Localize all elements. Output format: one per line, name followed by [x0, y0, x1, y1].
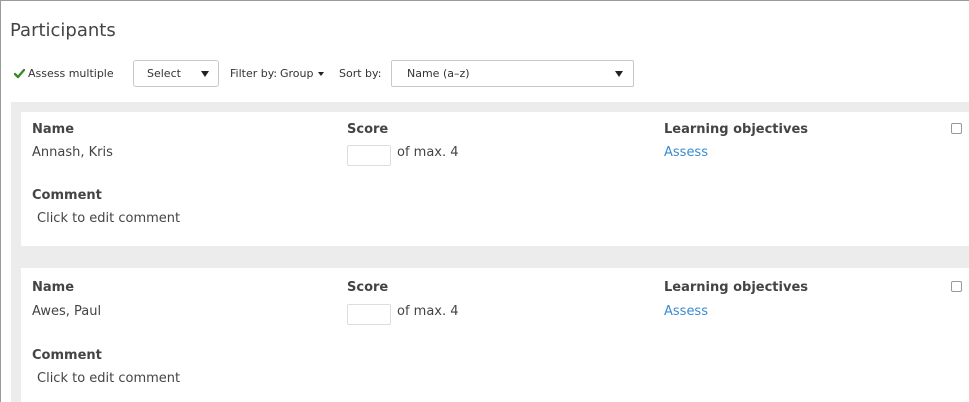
- caret-down-icon: [201, 71, 209, 77]
- select-dropdown-label: Select: [147, 67, 181, 80]
- group-filter-label: Group: [280, 67, 314, 80]
- page-title: Participants: [10, 20, 116, 41]
- select-dropdown[interactable]: Select: [133, 60, 219, 87]
- filter-by-label: Filter by:: [230, 67, 278, 80]
- participants-list: Name Annash, Kris Score of max. 4 Learni…: [11, 102, 969, 402]
- score-label: Score: [347, 280, 389, 295]
- sort-select[interactable]: Name (a–z): [391, 60, 634, 87]
- participant-name: Awes, Paul: [32, 304, 102, 319]
- participant-card: Name Awes, Paul Score of max. 4 Learning…: [21, 268, 969, 402]
- score-label: Score: [347, 122, 389, 137]
- score-max-text: of max. 4: [397, 145, 459, 160]
- comment-label: Comment: [32, 348, 102, 363]
- participant-card: Name Annash, Kris Score of max. 4 Learni…: [21, 112, 969, 246]
- assess-multiple-button[interactable]: Assess multiple: [14, 67, 114, 80]
- caret-down-icon: [615, 71, 623, 77]
- assess-multiple-label: Assess multiple: [28, 67, 114, 80]
- name-label: Name: [32, 280, 75, 295]
- participant-name: Annash, Kris: [32, 145, 113, 160]
- score-input[interactable]: [347, 145, 391, 166]
- assess-link[interactable]: Assess: [664, 304, 708, 319]
- comment-label: Comment: [32, 188, 102, 203]
- check-icon: [14, 68, 25, 78]
- caret-down-icon: [317, 71, 324, 76]
- learning-objectives-label: Learning objectives: [664, 122, 808, 137]
- edit-comment-field[interactable]: Click to edit comment: [37, 211, 180, 226]
- select-participant-checkbox[interactable]: [951, 281, 962, 292]
- name-label: Name: [32, 122, 75, 137]
- sort-by-label: Sort by:: [339, 67, 382, 80]
- learning-objectives-label: Learning objectives: [664, 280, 808, 295]
- select-participant-checkbox[interactable]: [951, 123, 962, 134]
- score-input[interactable]: [347, 304, 391, 325]
- sort-select-value: Name (a–z): [407, 67, 470, 80]
- toolbar: Assess multiple Select Filter by: Group …: [14, 60, 634, 88]
- edit-comment-field[interactable]: Click to edit comment: [37, 371, 180, 386]
- group-filter-dropdown[interactable]: Group: [280, 67, 324, 80]
- assess-link[interactable]: Assess: [664, 145, 708, 160]
- score-max-text: of max. 4: [397, 304, 459, 319]
